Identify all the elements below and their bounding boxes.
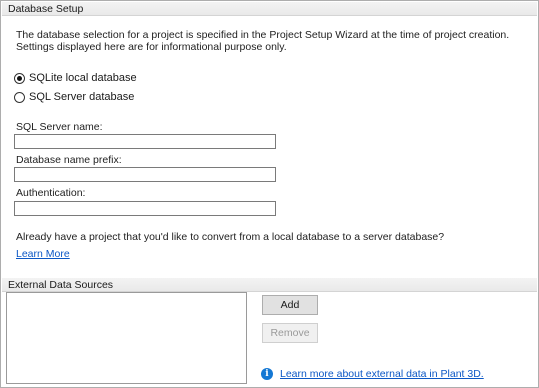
add-button[interactable]: Add — [262, 295, 318, 315]
sql-server-name-label: SQL Server name: — [16, 121, 103, 133]
database-setup-title: Database Setup — [8, 3, 84, 15]
authentication-input[interactable] — [14, 201, 276, 216]
external-data-sources-list[interactable] — [6, 292, 247, 384]
remove-button[interactable]: Remove — [262, 323, 318, 343]
sqlite-radio-label: SQLite local database — [29, 72, 137, 84]
sql-server-name-input[interactable] — [14, 134, 276, 149]
dialog-panel: Database Setup The database selection fo… — [0, 0, 539, 388]
authentication-label: Authentication: — [16, 187, 86, 199]
database-name-prefix-label: Database name prefix: — [16, 154, 122, 166]
external-data-sources-header: External Data Sources — [2, 278, 537, 292]
sqlite-radio-button[interactable] — [14, 72, 25, 84]
convert-question-text: Already have a project that you'd like t… — [16, 231, 445, 243]
info-icon: i — [261, 368, 273, 380]
database-name-prefix-input[interactable] — [14, 167, 276, 182]
radio-selected-dot — [17, 75, 22, 81]
learn-more-link[interactable]: Learn More — [16, 248, 70, 260]
sql-server-radio-label: SQL Server database — [29, 91, 135, 103]
database-setup-header: Database Setup — [2, 2, 537, 16]
sql-server-radio-button[interactable] — [14, 91, 25, 103]
sql-server-radio-option[interactable]: SQL Server database — [14, 91, 134, 103]
database-setup-description: The database selection for a project is … — [16, 29, 510, 53]
external-data-sources-title: External Data Sources — [8, 279, 114, 291]
external-data-learn-more-link[interactable]: Learn more about external data in Plant … — [280, 368, 484, 380]
sqlite-radio-option[interactable]: SQLite local database — [14, 72, 137, 84]
external-data-info-row: i Learn more about external data in Plan… — [261, 368, 484, 380]
